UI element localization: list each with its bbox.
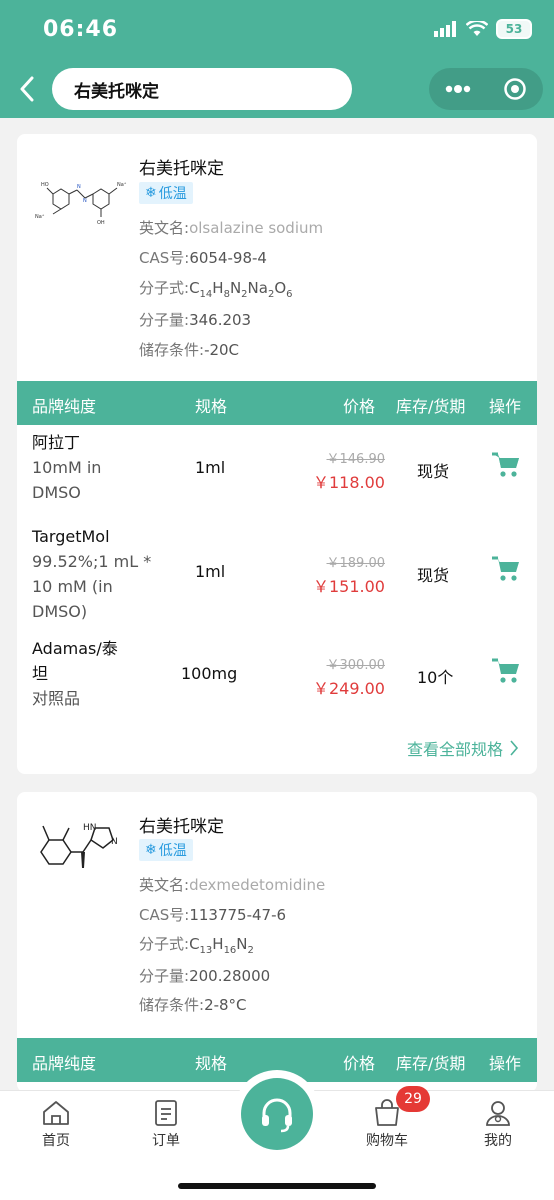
- chemical-structure-image: HN N: [40, 823, 118, 868]
- product-card[interactable]: HN N 右美托咪定 ❄ 低温 英文名:dexmedetomidine CAS号…: [17, 792, 537, 1092]
- target-icon: [503, 78, 526, 100]
- attr-formula: 分子式:C14H8N2Na2O6: [139, 279, 293, 300]
- svg-text:HN: HN: [83, 823, 97, 833]
- row-spec: 100mg: [181, 664, 238, 683]
- col-spec: 规格: [195, 397, 228, 416]
- product-name: 右美托咪定: [139, 817, 224, 837]
- col-stock: 库存/货期: [396, 397, 466, 416]
- more-dots-icon: [445, 85, 470, 93]
- view-all-specs-link[interactable]: 查看全部规格: [407, 736, 519, 760]
- battery-icon: 53: [496, 19, 532, 39]
- row-price: ￥151.00: [313, 577, 385, 596]
- customer-service-button[interactable]: [241, 1078, 313, 1150]
- nav-mine[interactable]: 我的: [458, 1099, 538, 1150]
- table-header: 品牌纯度 规格 价格 库存/货期 操作: [17, 381, 537, 425]
- cart-icon[interactable]: [492, 658, 520, 684]
- order-icon: [155, 1100, 177, 1126]
- cart-icon[interactable]: [492, 452, 520, 478]
- svg-text:HO: HO: [41, 182, 49, 188]
- row-stock: 10个: [417, 668, 454, 687]
- more-button[interactable]: [429, 68, 486, 110]
- cart-icon[interactable]: [492, 556, 520, 582]
- col-spec: 规格: [195, 1054, 228, 1073]
- col-stock: 库存/货期: [396, 1054, 466, 1073]
- row-stock: 现货: [417, 566, 450, 585]
- home-icon: [43, 1101, 69, 1125]
- product-name: 右美托咪定: [139, 159, 224, 179]
- col-action: 操作: [489, 1054, 522, 1073]
- home-indicator: [178, 1183, 376, 1189]
- signal-icon: [434, 21, 456, 37]
- attr-storage: 储存条件:2-8°C: [139, 996, 247, 1014]
- snowflake-icon: ❄: [145, 185, 157, 201]
- miniprogram-capsule: [429, 68, 543, 110]
- attr-weight: 分子量:346.203: [139, 311, 252, 329]
- row-brand: TargetMol 99.52%;1 mL * 10 mM (in DMSO): [32, 527, 152, 621]
- row-brand: 阿拉丁 10mM in DMSO: [32, 433, 102, 502]
- chemical-structure-image: HO N N Na⁺ Na⁺ OH: [35, 182, 127, 226]
- row-spec: 1ml: [195, 562, 226, 581]
- svg-text:Na⁺: Na⁺: [35, 214, 45, 220]
- row-price: ￥118.00: [313, 473, 385, 492]
- storage-badge: ❄ 低温: [139, 182, 193, 204]
- nav-orders[interactable]: 订单: [126, 1099, 206, 1150]
- storage-badge: ❄ 低温: [139, 839, 193, 861]
- attr-cas: CAS号:113775-47-6: [139, 906, 287, 924]
- search-text: 右美托咪定: [74, 81, 159, 102]
- col-price: 价格: [343, 397, 376, 416]
- row-stock: 现货: [417, 462, 450, 481]
- svg-text:Na⁺: Na⁺: [117, 182, 127, 188]
- attr-storage: 储存条件:-20C: [139, 341, 240, 359]
- snowflake-icon: ❄: [145, 842, 157, 858]
- close-miniprogram-button[interactable]: [486, 68, 543, 110]
- status-time: 06:46: [43, 17, 119, 42]
- col-action: 操作: [489, 397, 522, 416]
- search-bar[interactable]: 右美托咪定: [52, 68, 352, 110]
- row-spec: 1ml: [195, 458, 226, 477]
- svg-text:N: N: [83, 198, 87, 204]
- row-old-price: ￥300.00: [326, 658, 386, 673]
- chevron-left-icon: [20, 76, 34, 102]
- col-brand: 品牌纯度: [32, 397, 97, 416]
- cart-count-badge: 29: [396, 1086, 430, 1112]
- col-price: 价格: [343, 1054, 376, 1073]
- attr-formula: 分子式:C13H16N2: [139, 935, 254, 956]
- svg-text:OH: OH: [97, 220, 105, 226]
- row-brand: Adamas/泰坦 对照品: [32, 639, 118, 708]
- attr-cas: CAS号:6054-98-4: [139, 249, 267, 267]
- row-old-price: ￥189.00: [326, 556, 386, 571]
- top-header: 06:46 53 右美托咪定: [0, 0, 554, 118]
- attr-english-name: 英文名:olsalazine sodium: [139, 219, 324, 237]
- row-old-price: ￥146.90: [326, 452, 386, 467]
- status-icons: 53: [434, 19, 532, 39]
- svg-text:N: N: [111, 837, 118, 847]
- nav-home[interactable]: 首页: [16, 1099, 96, 1150]
- attr-weight: 分子量:200.28000: [139, 967, 271, 985]
- user-icon: [486, 1101, 510, 1126]
- attr-english-name: 英文名:dexmedetomidine: [139, 876, 326, 894]
- row-price: ￥249.00: [313, 679, 385, 698]
- col-brand: 品牌纯度: [32, 1054, 97, 1073]
- product-card[interactable]: HO N N Na⁺ Na⁺ OH 右美托咪定 ❄ 低温 英文名:olsalaz…: [17, 134, 537, 774]
- wifi-icon: [466, 21, 488, 36]
- svg-text:N: N: [77, 184, 81, 190]
- back-button[interactable]: [14, 73, 40, 105]
- headset-icon: [262, 1098, 292, 1133]
- chevron-right-icon: [510, 740, 519, 756]
